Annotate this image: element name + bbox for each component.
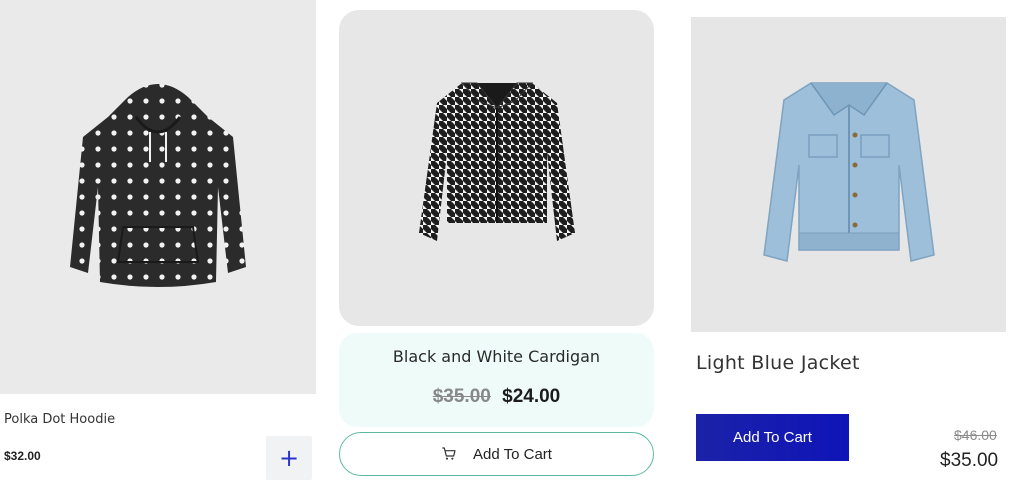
add-to-cart-button[interactable]: Add To Cart xyxy=(696,414,849,461)
product-image-jacket[interactable] xyxy=(691,17,1006,332)
product-name[interactable]: Light Blue Jacket xyxy=(696,352,860,374)
add-to-cart-label: Add To Cart xyxy=(473,445,552,463)
sale-price: $35.00 xyxy=(940,450,999,471)
product-image-cardigan[interactable] xyxy=(339,10,654,326)
add-to-cart-plus-button[interactable]: + xyxy=(266,436,312,480)
price-row: $35.00 $24.00 xyxy=(339,386,654,408)
product-image-hoodie[interactable] xyxy=(0,0,316,394)
plus-icon: + xyxy=(278,444,300,472)
sale-price: $24.00 xyxy=(502,386,561,407)
product-grid: Polka Dot Hoodie $32.00 + Black and Whit… xyxy=(0,0,1024,484)
product-name[interactable]: Black and White Cardigan xyxy=(339,347,654,366)
hoodie-image xyxy=(70,84,246,287)
cardigan-image xyxy=(418,82,575,241)
add-to-cart-button[interactable]: Add To Cart xyxy=(339,432,654,476)
cart-icon xyxy=(442,447,456,460)
product-price: $32.00 xyxy=(4,449,41,463)
product-name[interactable]: Polka Dot Hoodie xyxy=(4,412,115,427)
original-price: $35.00 xyxy=(432,386,491,407)
original-price: $46.00 xyxy=(954,427,997,443)
jacket-image xyxy=(762,81,935,262)
product-info-panel: Black and White Cardigan $35.00 $24.00 xyxy=(339,333,654,427)
